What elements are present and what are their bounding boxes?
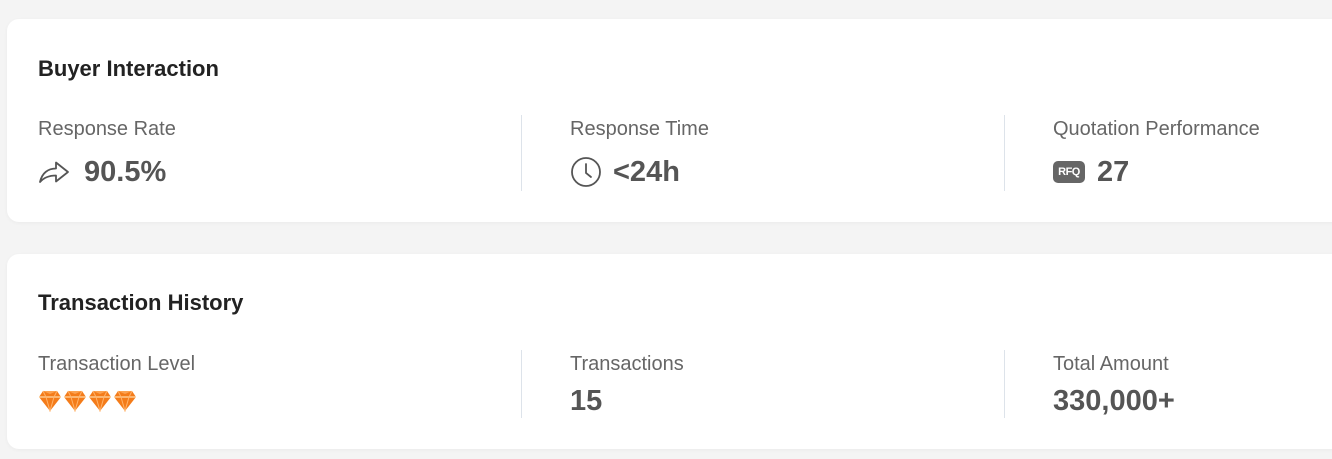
rfq-icon: RFQ bbox=[1053, 161, 1085, 183]
response-time-label: Response Time bbox=[570, 118, 709, 140]
transaction-level-label: Transaction Level bbox=[38, 353, 196, 375]
transaction-history-card: Transaction History Transaction Level Tr… bbox=[7, 254, 1332, 449]
metric-divider bbox=[1004, 350, 1005, 418]
clock-icon bbox=[570, 156, 602, 188]
share-arrow-icon bbox=[38, 159, 70, 185]
total-amount-value: 330,000+ bbox=[1053, 384, 1175, 417]
diamond-rating bbox=[38, 384, 138, 418]
buyer-interaction-title: Buyer Interaction bbox=[38, 56, 219, 81]
metric-divider bbox=[521, 350, 522, 418]
buyer-interaction-card: Buyer Interaction Response Rate 90.5% Re… bbox=[7, 19, 1332, 222]
transactions-label: Transactions bbox=[570, 353, 684, 375]
quotation-performance-value: 27 bbox=[1097, 155, 1130, 188]
diamond-icon bbox=[38, 390, 62, 412]
transaction-history-title: Transaction History bbox=[38, 290, 244, 315]
transactions-value: 15 bbox=[570, 384, 603, 417]
diamond-icon bbox=[63, 390, 87, 412]
quotation-performance-label: Quotation Performance bbox=[1053, 118, 1260, 140]
diamond-icon bbox=[113, 390, 137, 412]
response-rate-label: Response Rate bbox=[38, 118, 176, 140]
metric-divider bbox=[521, 115, 522, 191]
total-amount-label: Total Amount bbox=[1053, 353, 1169, 375]
rfq-icon-text: RFQ bbox=[1058, 166, 1080, 178]
diamond-icon bbox=[88, 390, 112, 412]
response-rate-value: 90.5% bbox=[84, 155, 167, 188]
response-time-value: <24h bbox=[613, 155, 680, 188]
metric-divider bbox=[1004, 115, 1005, 191]
